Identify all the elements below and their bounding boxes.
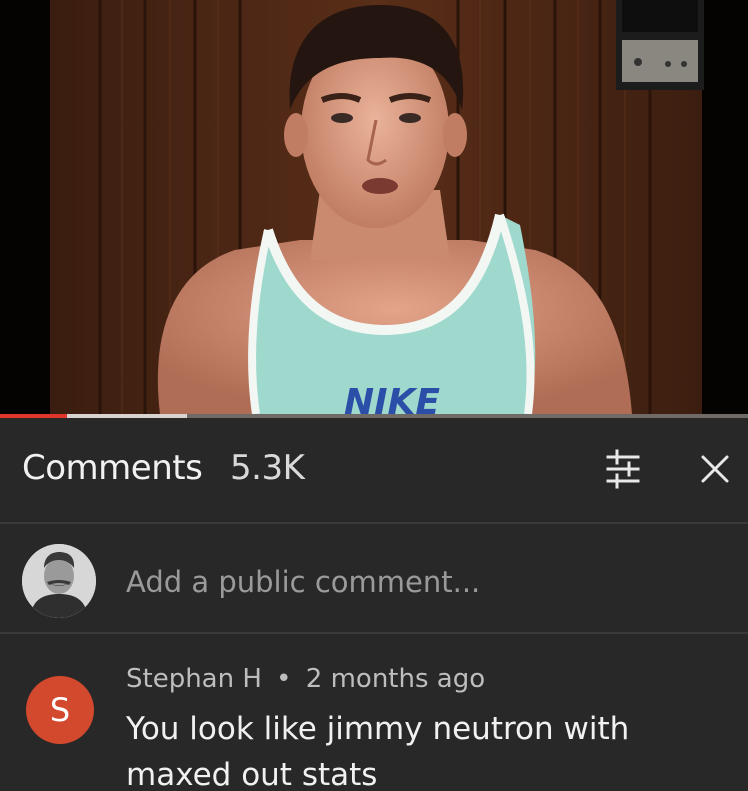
comment-author[interactable]: Stephan H — [126, 664, 262, 694]
comment-meta: Stephan H • 2 months ago — [126, 664, 485, 694]
shirt-logo: NIKE — [344, 382, 440, 414]
video-frame-image: NIKE — [0, 0, 748, 414]
comments-header: Comments 5.3K — [0, 418, 748, 524]
comments-title: Comments — [22, 448, 203, 488]
comment-text: You look like jimmy neutron with maxed o… — [126, 711, 630, 791]
app-frame: NIKE Comments 5.3K Add a public comment.… — [0, 0, 748, 791]
comment-time: 2 months ago — [305, 664, 486, 694]
meta-separator: • — [276, 664, 292, 694]
add-comment-row — [0, 524, 748, 634]
comment-item: S Stephan H • 2 months ago You look like… — [0, 634, 748, 791]
commenter-avatar[interactable]: S — [26, 676, 94, 744]
user-avatar-icon[interactable] — [22, 544, 96, 618]
close-icon[interactable] — [694, 448, 736, 490]
sort-filter-icon[interactable] — [602, 448, 644, 490]
comments-count: 5.3K — [230, 448, 305, 488]
video-player[interactable]: NIKE — [0, 0, 748, 414]
add-comment-input[interactable] — [126, 562, 706, 602]
